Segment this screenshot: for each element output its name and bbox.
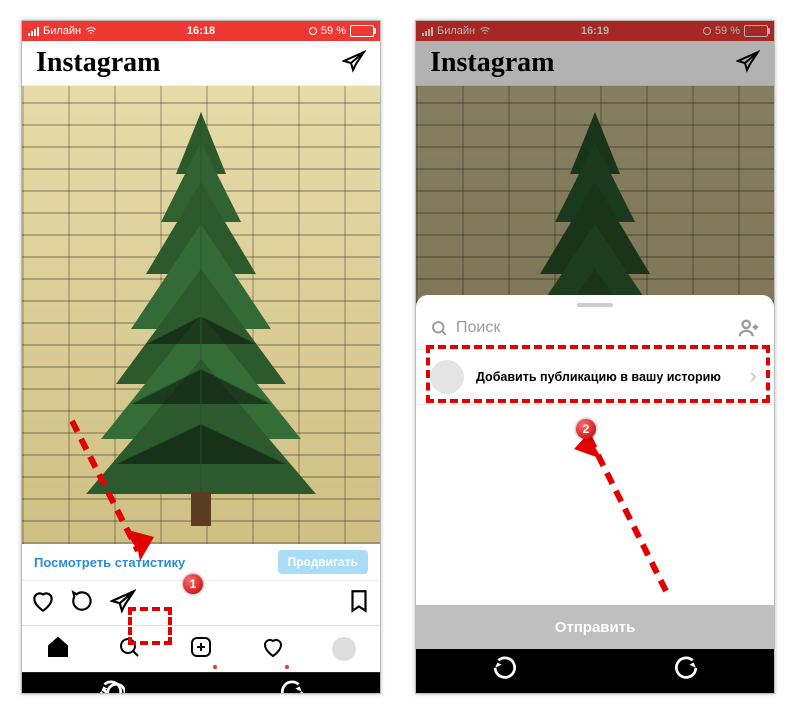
promote-button[interactable]: Продвигать [278,550,368,574]
app-header: Instagram [416,41,774,86]
share-sheet: Поиск Добавить публикацию в вашу историю… [416,295,774,649]
tab-home-icon[interactable] [46,635,70,664]
add-to-story-row[interactable]: Добавить публикацию в вашу историю [416,349,774,405]
tab-bar [22,625,380,672]
nav-forward-icon[interactable] [278,680,304,695]
tab-activity-icon[interactable] [261,635,285,664]
status-bar: Билайн 16:19 59 % [416,21,774,41]
wifi-icon [479,25,491,37]
tab-search-icon[interactable] [117,635,141,664]
phone-screenshot-1: Билайн 16:18 59 % Instagram [21,20,381,694]
carrier-label: Билайн [43,25,81,37]
status-bar: Билайн 16:18 59 % [22,21,380,41]
post-stats-row: Посмотреть статистику Продвигать [22,544,380,580]
add-group-icon[interactable] [738,317,760,339]
sheet-grabber[interactable] [577,303,613,307]
story-avatar-icon [430,360,464,394]
battery-icon [350,25,374,37]
battery-label: 59 % [715,25,740,37]
tree-image [56,104,346,534]
send-button[interactable]: Отправить [416,605,774,649]
save-icon[interactable] [346,588,372,619]
clock-label: 16:19 [581,25,609,37]
post-action-row [22,580,380,625]
post-image[interactable] [22,86,380,544]
share-icon[interactable] [110,588,136,619]
carrier-label: Билайн [437,25,475,37]
instagram-logo: Instagram [430,47,554,79]
battery-label: 59 % [321,25,346,37]
chevron-right-icon [746,370,760,384]
status-dot-icon [703,27,711,35]
battery-icon [744,25,768,37]
tab-profile-icon[interactable] [332,637,356,661]
direct-message-icon[interactable] [342,49,366,78]
signal-icon [422,27,433,36]
phone-screenshot-2: Билайн 16:19 59 % Instagram [415,20,775,694]
nav-forward-icon[interactable] [672,656,698,687]
view-stats-link[interactable]: Посмотреть статистику [34,555,185,570]
nav-back-icon[interactable] [493,656,519,687]
signal-icon [28,27,39,36]
system-nav [416,648,774,693]
tab-add-icon[interactable] [189,635,213,664]
direct-message-icon[interactable] [736,49,760,78]
instagram-logo: Instagram [36,47,160,79]
comment-icon[interactable] [70,588,96,619]
clock-label: 16:18 [187,25,215,37]
like-icon[interactable] [30,588,56,619]
status-dot-icon [309,27,317,35]
nav-back-icon[interactable] [99,680,125,695]
add-to-story-label: Добавить публикацию в вашу историю [476,370,734,384]
wifi-icon [85,25,97,37]
search-icon [430,319,448,337]
system-nav [22,672,380,694]
app-header: Instagram [22,41,380,86]
search-input[interactable]: Поиск [456,319,730,337]
